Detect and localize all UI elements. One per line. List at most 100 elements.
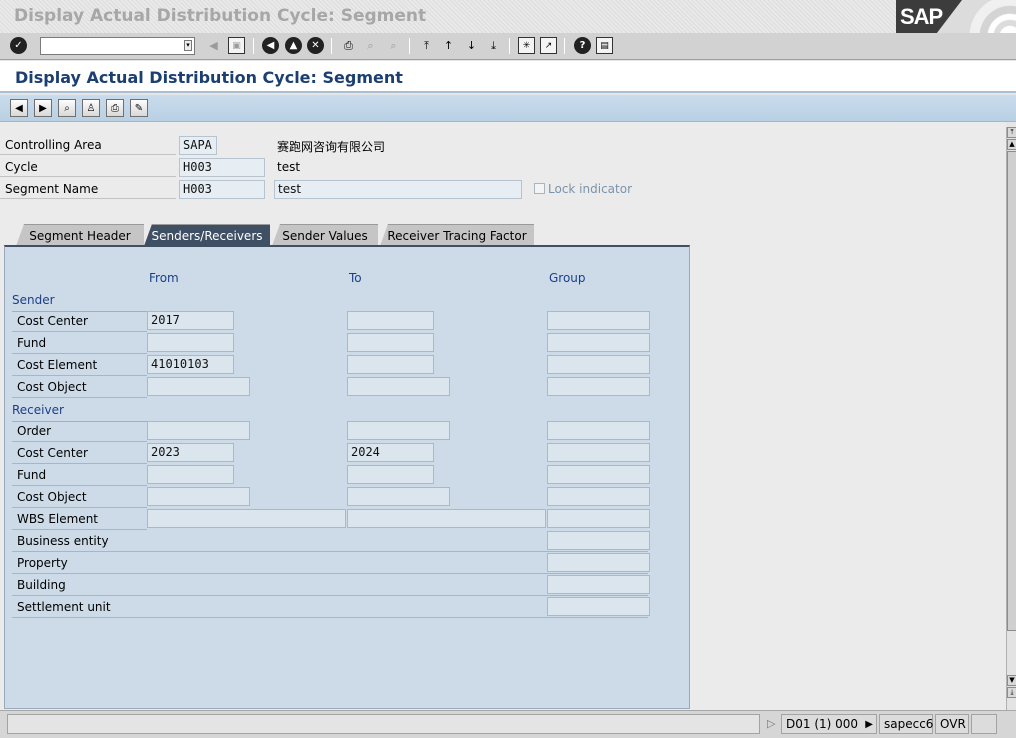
tab-receiver-tracing-factor[interactable]: Receiver Tracing Factor [380,224,534,246]
enter-icon[interactable]: ✓ [10,37,27,54]
receiver-cost-center-to-field[interactable]: 2024 [347,443,434,462]
receiver-fund-from-field[interactable] [147,465,234,484]
title-bar: Display Actual Distribution Cycle: Segme… [0,0,1016,33]
tab-sender-values[interactable]: Sender Values [272,224,378,246]
receiver-row-label: WBS Element [12,508,147,530]
exit-icon[interactable]: ▲ [285,37,302,54]
print-icon[interactable]: ⎙ [106,99,124,117]
system-info-dropdown-icon[interactable]: ▶ [865,716,873,734]
scroll-thumb[interactable] [1007,151,1016,631]
new-session-icon[interactable]: ✳ [518,37,535,54]
help-icon[interactable]: ? [574,37,591,54]
receiver-cost-center-group-field[interactable] [547,443,650,462]
segment-name-field[interactable]: H003 [179,180,265,199]
screen-title: Display Actual Distribution Cycle: Segme… [15,68,403,87]
receiver-business-entity-group-field[interactable] [547,531,650,550]
receiver-order-to-field[interactable] [347,421,450,440]
receiver-wbs-element-group-field[interactable] [547,509,650,528]
system-info-text: D01 (1) 000 [786,717,859,731]
sender-cost-center-to-field[interactable] [347,311,434,330]
shortcut-icon[interactable]: ↗ [540,37,557,54]
segment-name-text-field[interactable]: test [274,180,522,199]
receiver-order-group-field[interactable] [547,421,650,440]
first-page-icon[interactable]: ⤒ [418,37,435,54]
next-page-icon[interactable]: ↓ [463,37,480,54]
lock-indicator-checkbox[interactable] [534,183,545,194]
sender-fund-to-field[interactable] [347,333,434,352]
server-name: sapecc6 [879,714,933,734]
sender-cost-element-group-field[interactable] [547,355,650,374]
status-expand-icon[interactable]: ▷ [767,717,775,730]
sender-cost-element-to-field[interactable] [347,355,434,374]
last-page-icon[interactable]: ⤓ [485,37,502,54]
customize-layout-icon[interactable]: ▤ [596,37,613,54]
receiver-row-label: Order [12,420,147,442]
find-next-icon[interactable]: ⌕ [385,37,402,54]
previous-segment-icon[interactable]: ◀ [10,99,28,117]
receiver-row-label: Property [12,552,147,574]
sender-cost-center-group-field[interactable] [547,311,650,330]
receiver-cost-center-from-field[interactable]: 2023 [147,443,234,462]
back-arrow-disabled-icon: ◀ [209,39,218,52]
scroll-up-icon[interactable]: ▲ [1007,139,1016,150]
cancel-icon[interactable]: ✕ [307,37,324,54]
cycle-description: test [277,160,301,174]
sender-fund-from-field[interactable] [147,333,234,352]
find-icon[interactable]: ⌕ [58,99,76,117]
insert-mode[interactable]: OVR [935,714,969,734]
controlling-area-label: Controlling Area [0,135,176,155]
controlling-area-field[interactable]: SAPA [179,136,217,155]
standard-toolbar: ✓ ▾ ◀ ▣ ◀ ▲ ✕ ⎙ ⌕ ⌕ ⤒ ↑ ↓ ⤓ ✳ ↗ ? ▤ [0,33,1016,60]
receiver-building-group-field[interactable] [547,575,650,594]
toolbar-separator [509,38,510,54]
print-icon[interactable]: ⎙ [340,37,357,54]
save-icon[interactable]: ▣ [228,37,245,54]
sender-cost-object-to-field[interactable] [347,377,450,396]
back-icon[interactable]: ◀ [262,37,279,54]
tab-segment-header[interactable]: Segment Header [16,224,144,246]
receiver-row-label: Fund [12,464,147,486]
receiver-row-label: Building [12,574,147,596]
sender-cost-element-from-field[interactable]: 41010103 [147,355,234,374]
receiver-order-from-field[interactable] [147,421,250,440]
receiver-cost-object-group-field[interactable] [547,487,650,506]
column-header-to: To [349,271,362,285]
vertical-scrollbar[interactable]: ⤒ ▲ ▼ ⤓ [1006,127,1016,710]
next-segment-icon[interactable]: ▶ [34,99,52,117]
previous-page-icon[interactable]: ↑ [440,37,457,54]
column-header-from: From [149,271,179,285]
cycle-label: Cycle [0,157,176,177]
status-bar: ▷ D01 (1) 000 ▶ sapecc6 OVR [0,710,1016,738]
display-change-icon[interactable]: ✎ [130,99,148,117]
toolbar-separator [564,38,565,54]
receiver-fund-to-field[interactable] [347,465,434,484]
receiver-wbs-element-to-field[interactable] [347,509,546,528]
sender-cost-center-from-field[interactable]: 2017 [147,311,234,330]
status-empty-cell [971,714,997,734]
scroll-down-icon[interactable]: ▼ [1007,675,1016,686]
receiver-wbs-element-from-field[interactable] [147,509,346,528]
sender-fund-group-field[interactable] [547,333,650,352]
sender-cost-object-from-field[interactable] [147,377,250,396]
receiver-cost-object-from-field[interactable] [147,487,250,506]
command-field[interactable]: ▾ [40,37,195,55]
scroll-bottom-icon[interactable]: ⤓ [1007,687,1016,698]
tab-senders-receivers[interactable]: Senders/Receivers [144,224,270,246]
receiver-property-group-field[interactable] [547,553,650,572]
sender-cost-object-group-field[interactable] [547,377,650,396]
toolbar-separator [331,38,332,54]
cycle-field[interactable]: H003 [179,158,265,177]
sender-row-label: Fund [12,332,147,354]
controlling-area-description: 赛跑网咨询有限公司 [277,140,386,154]
scroll-top-icon[interactable]: ⤒ [1007,127,1016,138]
system-info[interactable]: D01 (1) 000 ▶ [781,714,877,734]
segment-icon[interactable]: ♙ [82,99,100,117]
sender-row-label: Cost Object [12,376,147,398]
sender-row-label: Cost Element [12,354,147,376]
receiver-cost-object-to-field[interactable] [347,487,450,506]
command-history-dropdown-icon[interactable]: ▾ [184,40,192,51]
receiver-settlement-unit-group-field[interactable] [547,597,650,616]
column-header-group: Group [549,271,586,285]
find-icon[interactable]: ⌕ [362,37,379,54]
receiver-fund-group-field[interactable] [547,465,650,484]
